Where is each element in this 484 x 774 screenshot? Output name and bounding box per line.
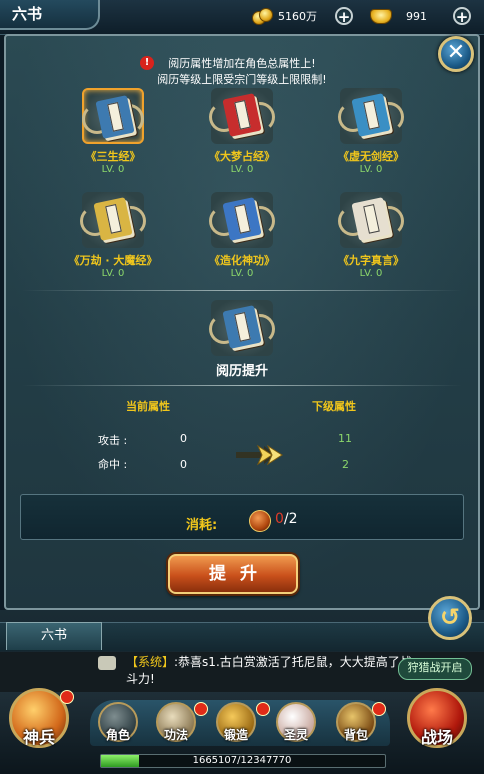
chat-tag: 【系统】 [126, 655, 175, 669]
book-slot[interactable]: 《九字真言》 LV. 0 [316, 192, 426, 279]
nav-label: 锻造 [223, 728, 248, 742]
book-level: LV. 0 [359, 164, 383, 175]
return-icon: ↺ [439, 603, 461, 631]
book-frame [209, 88, 275, 144]
notification-badge [256, 702, 270, 716]
nav-label: 圣灵 [283, 728, 308, 742]
book-frame [80, 192, 146, 248]
book-icon [351, 93, 391, 137]
book-frame [209, 192, 275, 248]
book-level: LV. 0 [359, 268, 383, 279]
nav-battlefield[interactable]: 战场 [404, 688, 470, 754]
cost-label: 消耗: [186, 518, 218, 533]
selected-book [187, 300, 297, 356]
book-name: 《万劫 · 大魔经》 [68, 254, 158, 267]
book-slot[interactable]: 《造化神功》 LV. 0 [187, 192, 297, 279]
attack-label: 攻击 : [98, 434, 128, 447]
exp-text: 1665107/12347770 [192, 755, 292, 766]
cost-need: /2 [283, 511, 298, 527]
cost-box [20, 494, 464, 540]
page-title: 六书 [0, 0, 100, 30]
hit-next: 2 [342, 458, 349, 471]
chat-message: 【系统】:恭喜s1.古白赏激活了托尼鼠，大大提高了战斗力! [126, 654, 416, 688]
book-icon [222, 305, 262, 349]
coin-amount: 5160万 [278, 10, 317, 23]
current-attr-header: 当前属性 [126, 400, 170, 413]
upgrade-button[interactable]: 提升 [168, 554, 298, 594]
add-ingots-button[interactable]: + [453, 7, 471, 25]
nav-forge[interactable]: 锻造 [212, 702, 260, 750]
ingot-display: 991 + [370, 6, 471, 26]
ingot-icon [370, 8, 392, 24]
book-slot[interactable]: 《万劫 · 大魔经》 LV. 0 [58, 192, 168, 279]
book-icon [93, 197, 133, 241]
book-level: LV. 0 [101, 268, 125, 279]
chat-icon [98, 656, 116, 670]
book-name: 《造化神功》 [209, 254, 275, 267]
nav-label: 功法 [163, 728, 188, 742]
tab-six-books[interactable]: 六书 [6, 622, 102, 650]
book-level: LV. 0 [230, 164, 254, 175]
book-frame [338, 88, 404, 144]
book-slot[interactable]: 《大梦占经》 LV. 0 [187, 88, 297, 175]
notice-line-1: 阅历属性增加在角色总属性上! [168, 57, 316, 70]
add-coins-button[interactable]: + [335, 7, 353, 25]
nav-label: 战场 [420, 728, 453, 747]
book-frame [338, 192, 404, 248]
book-slot[interactable]: 《三生经》 LV. 0 [58, 88, 168, 175]
nav-label: 背包 [343, 728, 368, 742]
book-icon [222, 197, 262, 241]
book-name: 《大梦占经》 [209, 150, 275, 163]
notification-badge [60, 690, 74, 704]
book-level: LV. 0 [230, 268, 254, 279]
upgrade-title: 阅历提升 [215, 364, 268, 379]
nav-skills[interactable]: 功法 [152, 702, 200, 750]
book-level: LV. 0 [101, 164, 125, 175]
notification-badge [194, 702, 208, 716]
attack-next: 11 [338, 432, 352, 445]
ingot-amount: 991 [406, 9, 427, 23]
double-arrow-icon [236, 444, 283, 466]
book-name: 《三生经》 [85, 150, 141, 163]
coin-icon [252, 8, 273, 25]
coin-display: 5160万 + [252, 6, 353, 26]
next-attr-header: 下级属性 [312, 400, 356, 413]
book-icon [222, 93, 262, 137]
book-slot[interactable]: 《虚无剑经》 LV. 0 [316, 88, 426, 175]
event-notice-button[interactable]: 狩猎战开启 [398, 658, 472, 680]
notification-badge [372, 702, 386, 716]
cost-have: 0 [275, 511, 284, 527]
divider [22, 290, 462, 291]
nav-spirit[interactable]: 圣灵 [272, 702, 320, 750]
divider [22, 385, 462, 386]
book-name: 《九字真言》 [338, 254, 404, 267]
nav-label: 神兵 [22, 728, 55, 747]
hit-current: 0 [180, 458, 187, 471]
book-name: 《虚无剑经》 [338, 150, 404, 163]
return-button[interactable]: ↺ [428, 596, 472, 640]
nav-role[interactable]: 角色 [94, 702, 142, 750]
nav-label: 角色 [105, 728, 130, 742]
book-icon [351, 197, 391, 241]
cost-count: 0/2 [275, 511, 298, 527]
book-icon [95, 95, 135, 139]
hit-label: 命中 : [98, 458, 128, 471]
selected-book-frame [209, 300, 275, 356]
book-frame [82, 88, 144, 144]
material-icon [249, 510, 271, 532]
attack-current: 0 [180, 432, 187, 445]
notice-line-2: 阅历等级上限受宗门等级上限限制! [157, 73, 327, 86]
